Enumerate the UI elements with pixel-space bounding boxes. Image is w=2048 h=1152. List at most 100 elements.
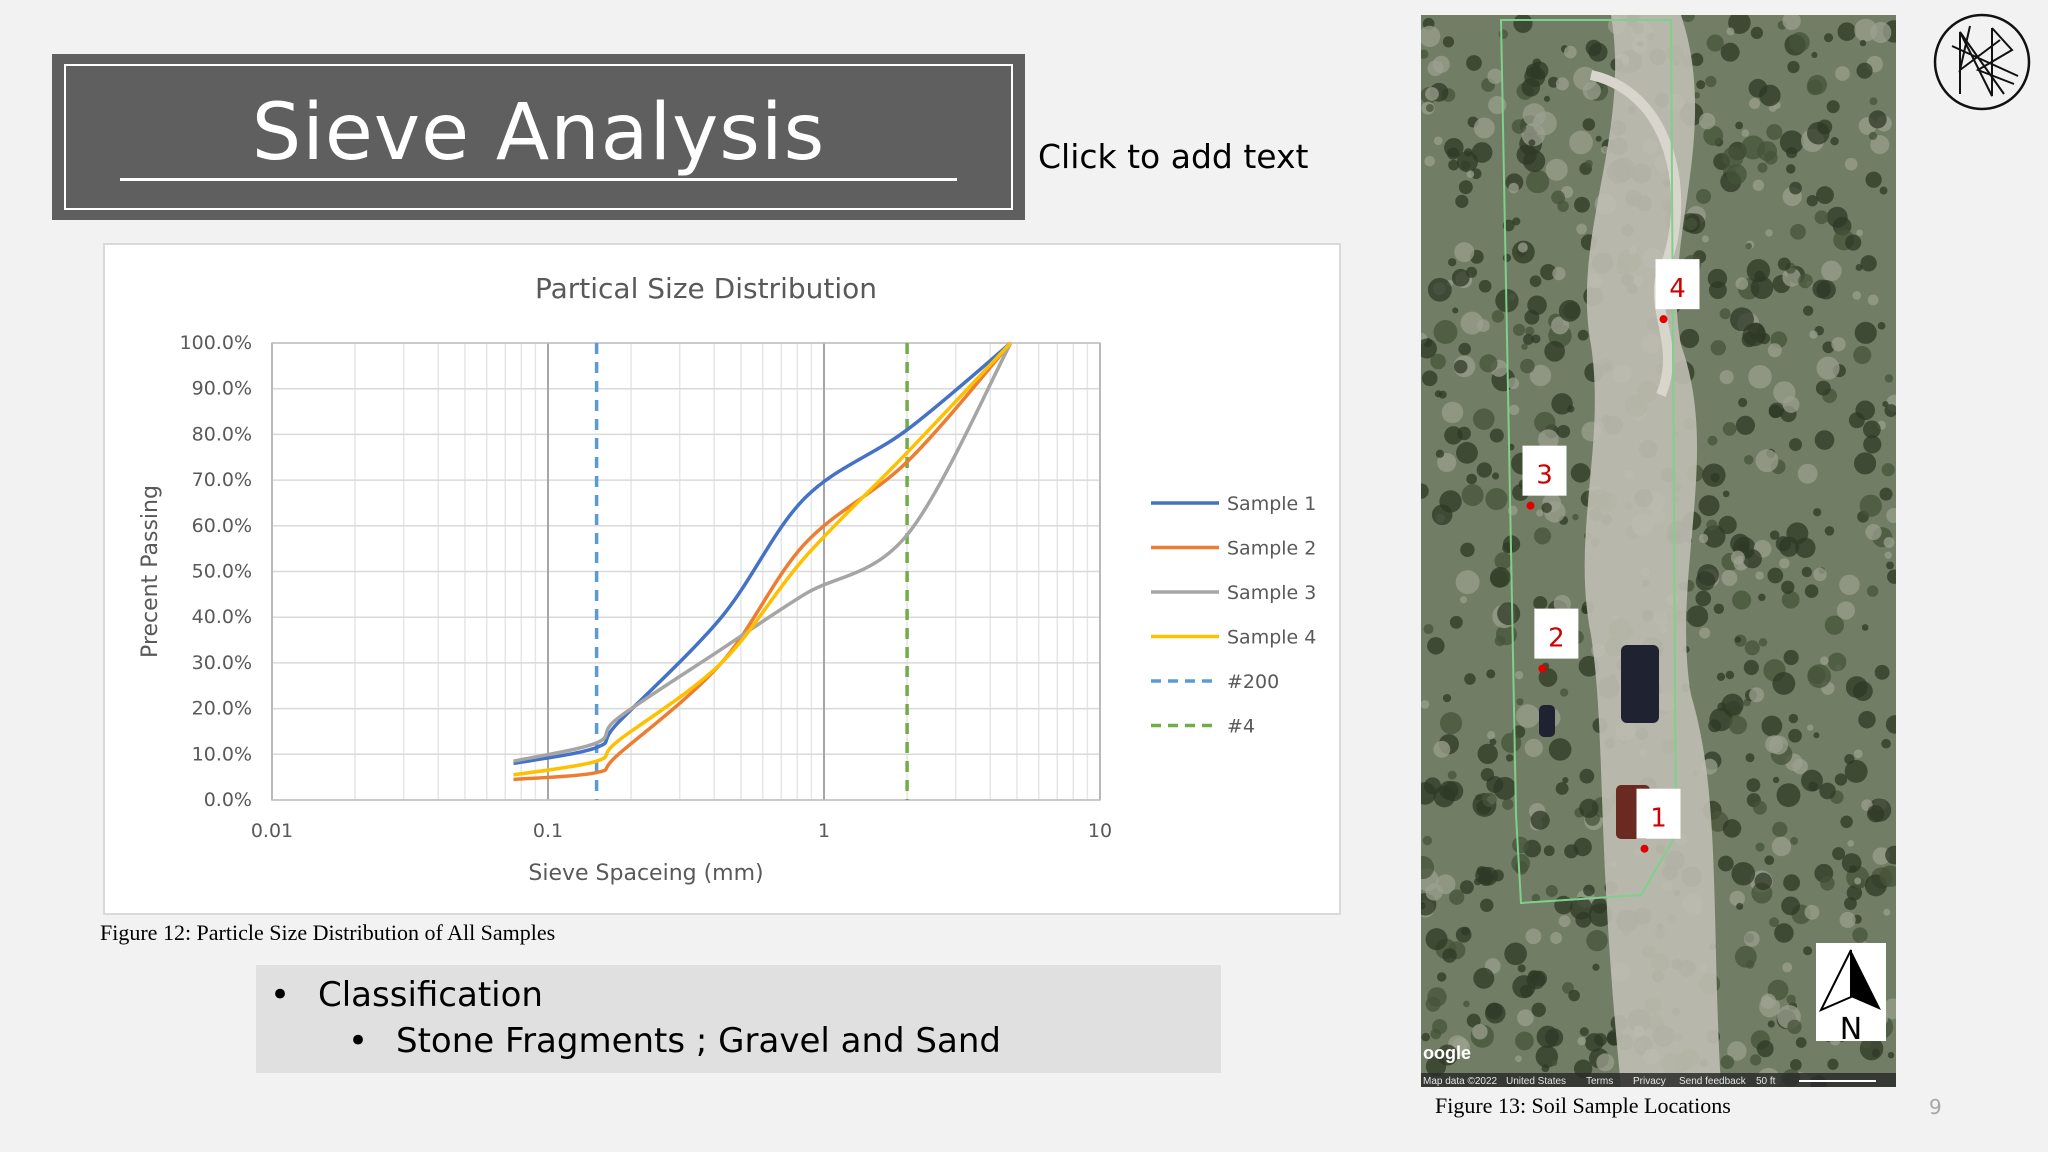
map-vegetation	[1760, 995, 1774, 1009]
map-vegetation	[1579, 768, 1595, 784]
map-vegetation	[1516, 704, 1540, 728]
map-vegetation	[1748, 78, 1768, 98]
map-vegetation	[1424, 155, 1436, 167]
map-vegetation	[1525, 928, 1542, 945]
map-vegetation	[1783, 649, 1799, 666]
map-vegetation	[1498, 29, 1509, 39]
map-vegetation	[1790, 223, 1806, 240]
map-vegetation	[1558, 915, 1571, 928]
map-vegetation	[1773, 381, 1796, 404]
map-vegetation	[1790, 836, 1799, 845]
map-vegetation	[1736, 902, 1744, 910]
map-vegetation	[1750, 1054, 1762, 1066]
map-footer-item: Privacy	[1633, 1076, 1666, 1087]
map-vegetation	[1425, 928, 1448, 951]
map-vegetation	[1494, 635, 1506, 647]
map-vegetation	[1765, 229, 1773, 237]
map-vegetation	[1559, 688, 1569, 697]
map-footer-item: Map data ©2022	[1423, 1076, 1498, 1087]
bullet-dot: •	[348, 1021, 369, 1061]
soil-sample-map[interactable]: 4 3 2 1 Noogle Map data ©2022 United States Ter…	[1421, 15, 1896, 1087]
marker-dot	[1640, 844, 1649, 853]
page-number: 9	[1929, 1095, 1942, 1119]
map-vegetation	[1551, 1059, 1558, 1066]
map-vegetation	[1720, 1055, 1735, 1070]
map-vegetation	[1769, 917, 1779, 928]
bullet-box[interactable]: • Classification • Stone Fragments ; Grave…	[256, 965, 1221, 1073]
map-vegetation	[1781, 896, 1801, 916]
map-vegetation	[1750, 26, 1764, 40]
map-vegetation	[1551, 393, 1573, 415]
map-vegetation	[1433, 320, 1458, 345]
map-vegetation	[1461, 484, 1484, 507]
map-vegetation	[1884, 551, 1892, 559]
map-vegetation	[1725, 670, 1735, 680]
map-vegetation	[1746, 778, 1761, 793]
map-vegetation	[1543, 95, 1551, 102]
map-vegetation	[1584, 159, 1593, 168]
map-vegetation	[1847, 840, 1854, 847]
map-vegetation	[1480, 898, 1494, 912]
map-vegetation	[1853, 749, 1863, 759]
map-vegetation	[1577, 1036, 1586, 1046]
map-vegetation	[1790, 1059, 1802, 1071]
map-vegetation	[1866, 585, 1879, 597]
map-vegetation	[1830, 136, 1839, 146]
map-vegetation	[1479, 354, 1498, 373]
map-vegetation	[1722, 146, 1744, 168]
map-vegetation	[1562, 777, 1569, 784]
map-vegetation	[1579, 1027, 1589, 1037]
map-vegetation	[1789, 32, 1810, 53]
map-vegetation	[1531, 1002, 1546, 1018]
map-vegetation	[1545, 158, 1568, 181]
y-tick-label: 40.0%	[192, 606, 252, 628]
map-footer-item: Terms	[1586, 1076, 1613, 1087]
map-vegetation	[1679, 328, 1700, 349]
chart-panel[interactable]: Partical Size Distribution 0.0% 10.0% 20.0%…	[103, 243, 1341, 915]
map-vegetation	[1860, 255, 1877, 272]
x-axis-label: Sieve Spaceing (mm)	[528, 861, 763, 886]
map-vegetation	[1812, 279, 1831, 299]
map-vegetation	[1856, 229, 1863, 237]
map-vegetation	[1438, 390, 1447, 399]
map-vegetation	[1457, 426, 1471, 441]
map-vegetation	[1443, 781, 1464, 802]
map-vegetation	[1433, 136, 1443, 146]
map-vegetation	[1454, 242, 1475, 262]
map-vegetation	[1686, 605, 1709, 628]
bullet-level-1: • Classification	[270, 975, 543, 1015]
map-vegetation	[1811, 51, 1818, 59]
map-vegetation	[1422, 835, 1433, 846]
map-vegetation	[1574, 196, 1590, 213]
map-vegetation	[1586, 929, 1608, 952]
map-vegetation	[1484, 1002, 1506, 1024]
map-vegetation	[1719, 308, 1731, 320]
map-vegetation	[1517, 964, 1526, 973]
map-vegetation	[1839, 574, 1860, 595]
map-vegetation	[1710, 340, 1726, 356]
map-vegetation	[1519, 984, 1533, 998]
map-vegetation	[1859, 494, 1882, 517]
slide-title: Sieve Analysis	[251, 88, 826, 178]
map-vegetation	[1741, 129, 1750, 137]
map-vegetation	[1717, 855, 1734, 872]
map-vegetation	[1789, 438, 1803, 452]
legend-label: #200	[1227, 671, 1279, 693]
map-vegetation	[1458, 180, 1473, 195]
map-vegetation	[1511, 119, 1527, 134]
map-vegetation	[1533, 527, 1552, 545]
map-vegetation	[1433, 740, 1451, 758]
map-vegetation	[1487, 730, 1496, 740]
map-vegetation	[1423, 624, 1434, 635]
map-vegetation	[1754, 872, 1773, 891]
map-vegetation	[1743, 931, 1760, 947]
map-vegetation	[1550, 932, 1563, 944]
legend-label: Sample 1	[1227, 493, 1316, 515]
text-placeholder[interactable]: Click to add text	[1038, 137, 1308, 176]
map-vegetation	[1698, 533, 1709, 544]
map-vegetation	[1785, 164, 1796, 174]
map-vegetation	[1706, 34, 1724, 52]
map-vegetation	[1466, 55, 1482, 71]
title-box[interactable]: Sieve Analysis	[52, 54, 1025, 220]
map-vegetation	[1461, 926, 1471, 936]
